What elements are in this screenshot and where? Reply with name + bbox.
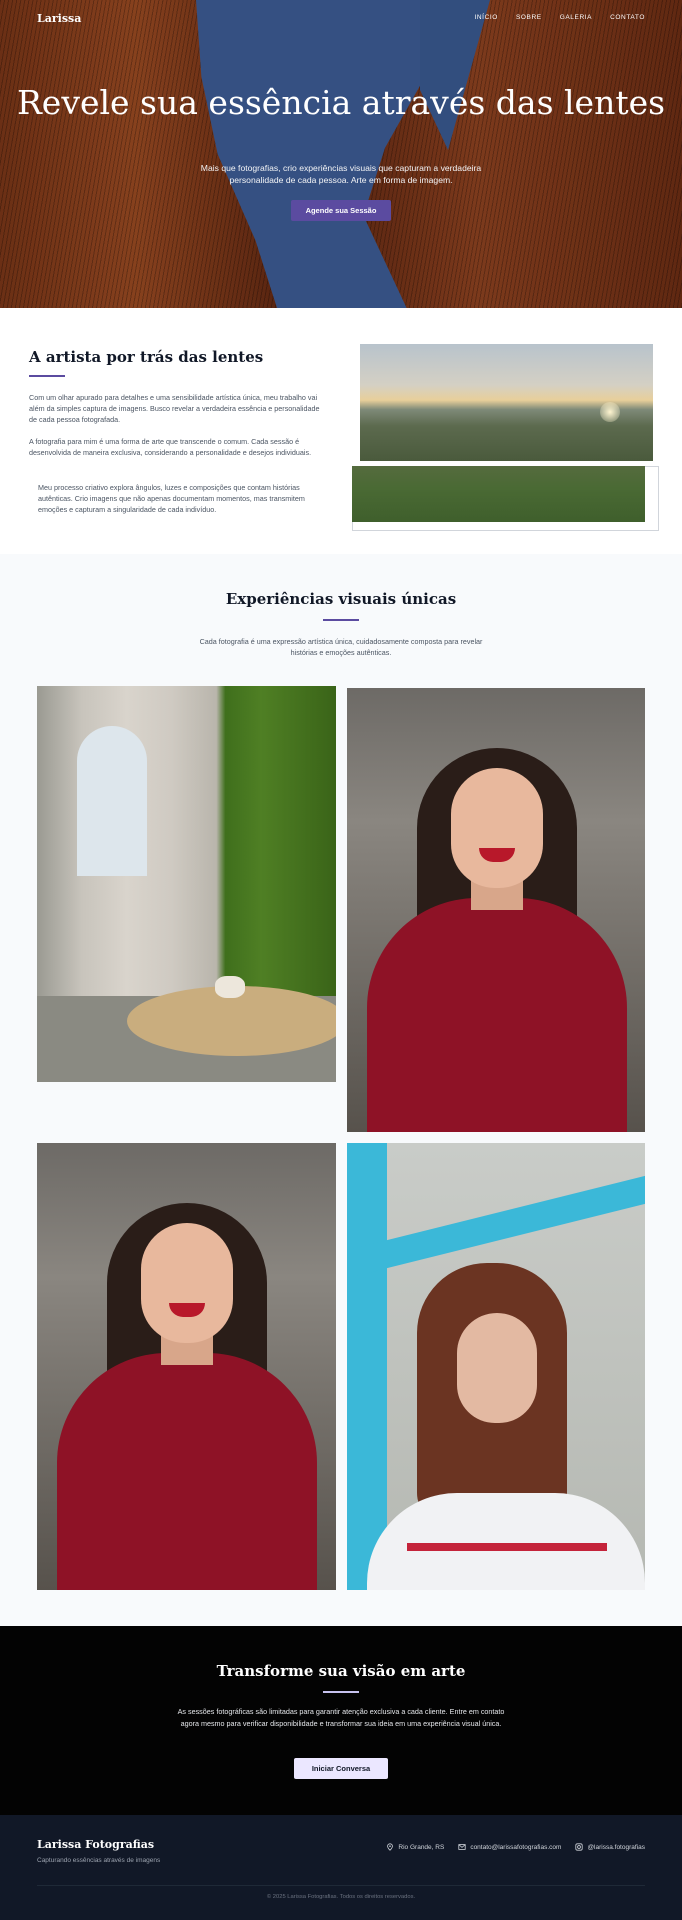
gallery-photo-portrait-smiling[interactable] bbox=[347, 688, 645, 1132]
mail-icon bbox=[458, 1844, 466, 1850]
footer-divider bbox=[37, 1885, 645, 1886]
hero-overlay bbox=[0, 0, 682, 308]
gallery-title-rule bbox=[323, 619, 359, 621]
gallery-photo-interior[interactable] bbox=[37, 686, 336, 1082]
about-title: A artista por trás das lentes bbox=[29, 348, 264, 366]
nav-item-contato[interactable]: CONTATO bbox=[610, 14, 645, 21]
footer-location: Rio Grande, RS bbox=[386, 1843, 444, 1851]
main-nav: INÍCIO SOBRE GALERIA CONTATO bbox=[474, 14, 645, 21]
nav-item-inicio[interactable]: INÍCIO bbox=[474, 14, 497, 21]
landscape-sun bbox=[600, 402, 620, 422]
nav-logo[interactable]: Larissa bbox=[37, 12, 81, 25]
gallery-section: Experiências visuais únicas Cada fotogra… bbox=[0, 554, 682, 1626]
gallery-photo-portrait-smiling-2[interactable] bbox=[37, 1143, 336, 1590]
about-paragraph-1: Com um olhar apurado para detalhes e uma… bbox=[29, 393, 320, 424]
nav-item-sobre[interactable]: SOBRE bbox=[516, 14, 542, 21]
blue-frame-vertical bbox=[347, 1143, 387, 1590]
cta-section: Transforme sua visão em arte As sessões … bbox=[0, 1626, 682, 1815]
portrait-top bbox=[57, 1353, 317, 1590]
hero-subtitle: Mais que fotografias, crio experiências … bbox=[200, 163, 482, 185]
footer-location-text: Rio Grande, RS bbox=[398, 1843, 445, 1851]
portrait-shirt bbox=[367, 1493, 645, 1590]
gallery-subtitle: Cada fotografia é uma expressão artístic… bbox=[199, 637, 483, 657]
shirt-stripe bbox=[407, 1543, 607, 1551]
footer: Larissa Fotografias Capturando essências… bbox=[0, 1815, 682, 1920]
about-paragraph-2: A fotografia para mim é uma forma de art… bbox=[29, 437, 312, 457]
footer-instagram-text[interactable]: @larissa.fotografias bbox=[587, 1844, 645, 1851]
start-conversation-button[interactable]: Iniciar Conversa bbox=[294, 1758, 388, 1779]
about-landscape-image-offset bbox=[352, 466, 645, 522]
nav-item-galeria[interactable]: GALERIA bbox=[560, 14, 592, 21]
portrait-face bbox=[457, 1313, 537, 1423]
about-paragraph-3: Meu processo criativo explora ângulos, l… bbox=[38, 483, 305, 514]
cta-text: As sessões fotográficas são limitadas pa… bbox=[177, 1707, 505, 1728]
about-title-rule bbox=[29, 375, 65, 377]
portrait-face bbox=[141, 1223, 233, 1343]
gallery-title: Experiências visuais únicas bbox=[225, 590, 457, 608]
footer-email-text[interactable]: contato@larissafotografias.com bbox=[470, 1844, 561, 1851]
cta-title-rule bbox=[323, 1691, 359, 1693]
interior-arch bbox=[77, 726, 147, 876]
portrait-face bbox=[451, 768, 543, 888]
footer-contacts: Rio Grande, RS contato@larissafotografia… bbox=[386, 1843, 645, 1851]
footer-tagline: Capturando essências através de imagens bbox=[37, 1857, 161, 1864]
footer-brand: Larissa Fotografias bbox=[37, 1838, 155, 1851]
hero-section: Larissa INÍCIO SOBRE GALERIA CONTATO Rev… bbox=[0, 0, 682, 308]
cta-title: Transforme sua visão em arte bbox=[216, 1662, 466, 1680]
about-section: A artista por trás das lentes Com um olh… bbox=[0, 308, 682, 554]
gallery-photo-portrait-redhead[interactable] bbox=[347, 1143, 645, 1590]
interior-vase bbox=[215, 976, 245, 998]
schedule-session-button[interactable]: Agende sua Sessão bbox=[291, 200, 391, 221]
instagram-icon bbox=[575, 1843, 584, 1851]
footer-copyright: © 2025 Larissa Fotografias. Todos os dir… bbox=[266, 1894, 416, 1900]
footer-instagram[interactable]: @larissa.fotografias bbox=[575, 1843, 645, 1851]
footer-email[interactable]: contato@larissafotografias.com bbox=[458, 1843, 561, 1851]
hero-title: Revele sua essência através das lentes bbox=[16, 83, 666, 122]
portrait-top bbox=[367, 898, 627, 1132]
location-pin-icon bbox=[387, 1843, 394, 1851]
